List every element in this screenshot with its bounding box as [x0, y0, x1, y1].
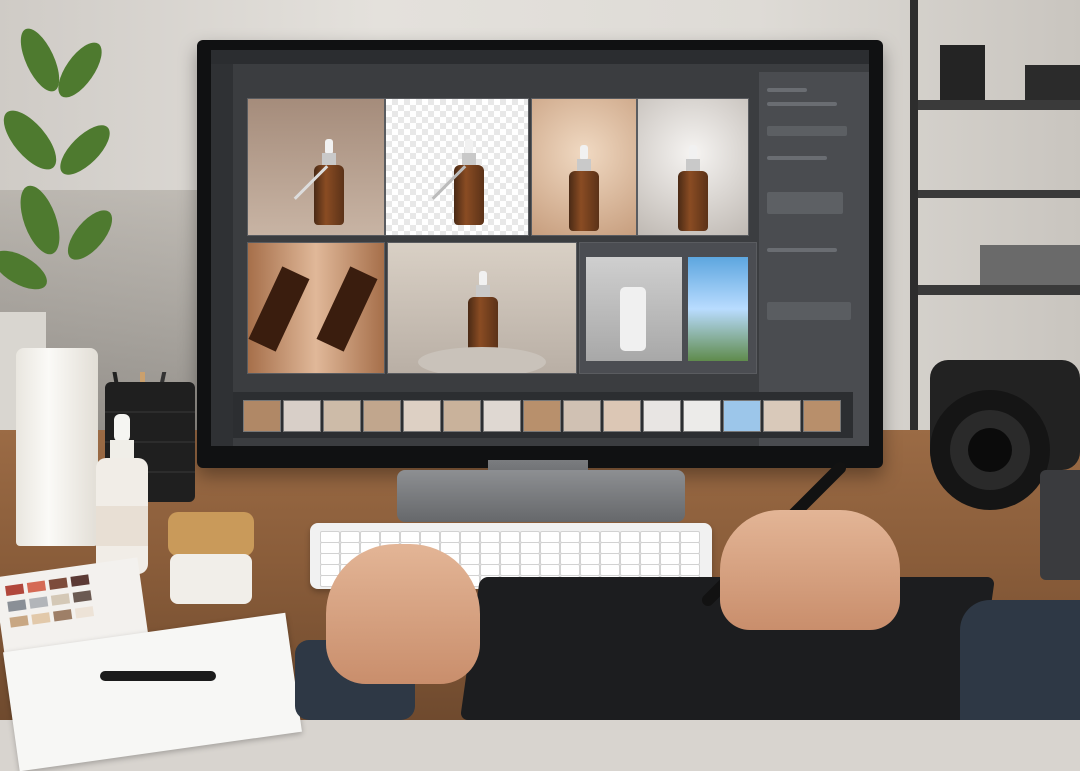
- monitor-stand-base: [397, 470, 685, 522]
- filmstrip-frame[interactable]: [523, 400, 561, 432]
- filmstrip-frame[interactable]: [483, 400, 521, 432]
- monitor: [197, 40, 883, 468]
- filmstrip-frame[interactable]: [363, 400, 401, 432]
- thumbnail-7-compare[interactable]: [579, 242, 757, 374]
- mug: [1040, 470, 1080, 580]
- editor-menu-bar[interactable]: [211, 50, 869, 64]
- filmstrip-frame[interactable]: [603, 400, 641, 432]
- filmstrip-frame[interactable]: [403, 400, 441, 432]
- filmstrip-frame[interactable]: [803, 400, 841, 432]
- right-sleeve: [960, 600, 1080, 720]
- thumbnail-4[interactable]: [637, 98, 749, 236]
- dropper-bottle-icon: [96, 414, 148, 574]
- thumbnail-2-transparent[interactable]: [385, 98, 529, 236]
- filmstrip-frame[interactable]: [763, 400, 801, 432]
- editor-tool-bar[interactable]: [211, 64, 233, 446]
- filmstrip-frame[interactable]: [283, 400, 321, 432]
- editor-properties-panel[interactable]: [759, 72, 869, 446]
- photo-editor-screen[interactable]: [211, 50, 869, 446]
- filmstrip-frame[interactable]: [563, 400, 601, 432]
- thumbnail-5-closeup[interactable]: [247, 242, 385, 374]
- pen: [100, 671, 216, 681]
- filmstrip-frame[interactable]: [643, 400, 681, 432]
- filmstrip[interactable]: [233, 392, 853, 438]
- thumbnail-3[interactable]: [531, 98, 637, 236]
- filmstrip-frame[interactable]: [243, 400, 281, 432]
- lotion-tube: [16, 348, 98, 546]
- filmstrip-frame[interactable]: [443, 400, 481, 432]
- filmstrip-frame[interactable]: [683, 400, 721, 432]
- thumbnail-6-podium[interactable]: [387, 242, 577, 374]
- filmstrip-frame[interactable]: [323, 400, 361, 432]
- cream-jar-icon: [168, 512, 254, 604]
- filmstrip-frame[interactable]: [723, 400, 761, 432]
- left-hand: [326, 544, 480, 684]
- thumbnail-1[interactable]: [247, 98, 385, 236]
- right-hand: [720, 510, 900, 630]
